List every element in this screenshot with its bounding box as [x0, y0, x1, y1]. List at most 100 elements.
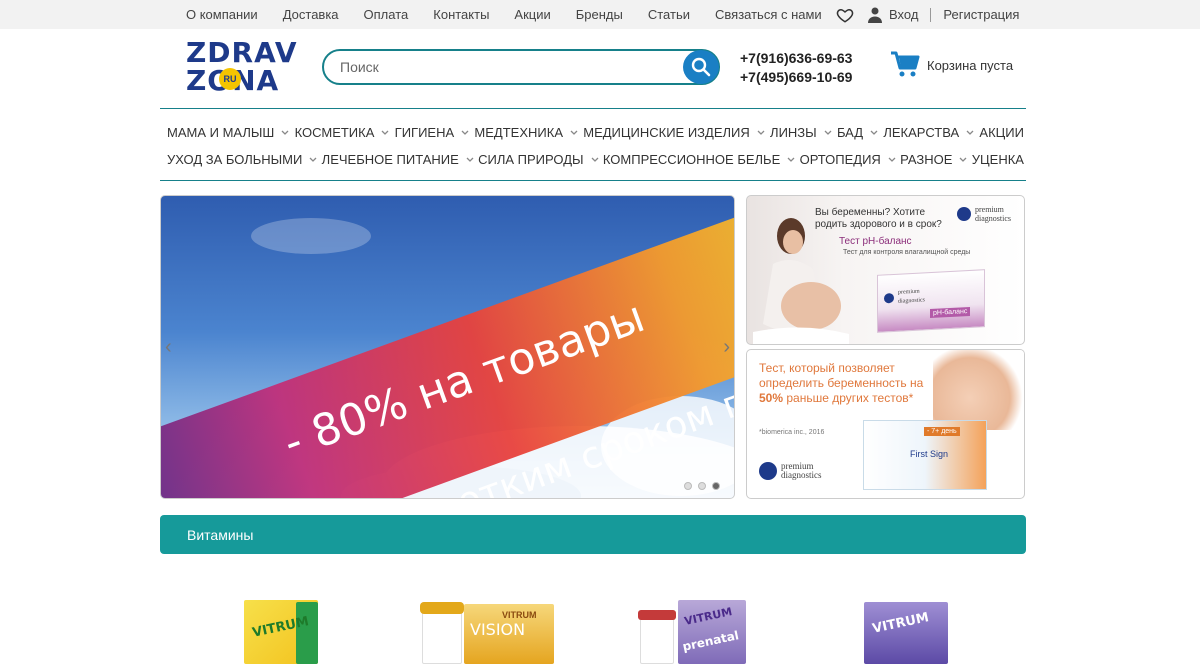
site-logo[interactable]: ZDRAV ZONA RU: [186, 39, 298, 97]
chevron-down-icon: [570, 130, 578, 135]
category-markdown[interactable]: УЦЕНКА: [972, 152, 1024, 167]
product-card[interactable]: VITRUM VISION: [420, 580, 558, 664]
category-medical-products[interactable]: МЕДИЦИНСКИЕ ИЗДЕЛИЯ: [583, 125, 765, 140]
phone-2[interactable]: +7(495)669-10-69: [740, 68, 852, 87]
category-promotions[interactable]: АКЦИИ: [979, 125, 1024, 140]
slider-dot-2[interactable]: [698, 482, 706, 490]
slider-dot-3[interactable]: [712, 482, 720, 490]
phone-1[interactable]: +7(916)636-69-63: [740, 49, 852, 68]
product-card[interactable]: VITRUM: [862, 580, 952, 664]
brand-logo-icon: [759, 462, 777, 480]
box1-label: pH-баланс: [930, 306, 971, 319]
belly-image: [933, 350, 1024, 430]
top-link-articles[interactable]: Статьи: [648, 7, 690, 22]
box2-tag: - 7+ день: [924, 427, 960, 436]
cart[interactable]: Корзина пуста: [890, 51, 1013, 79]
box2-label: First Sign: [910, 449, 949, 459]
brand-logo-icon: [957, 207, 971, 221]
phone-numbers: +7(916)636-69-63 +7(495)669-10-69: [740, 49, 852, 87]
heart-icon[interactable]: [836, 6, 854, 24]
header: ZDRAV ZONA RU +7(916)636-69-63 +7(495)66…: [0, 29, 1200, 109]
chevron-down-icon: [870, 130, 878, 135]
logo-line1: ZDRAV: [186, 36, 298, 69]
ad1-product-box: premium diagnostics pH-баланс: [877, 269, 985, 333]
search-bar: [322, 49, 720, 85]
chevron-down-icon: [461, 130, 469, 135]
category-cosmetics[interactable]: КОСМЕТИКА: [295, 125, 390, 140]
category-patient-care[interactable]: УХОД ЗА БОЛЬНЫМИ: [167, 152, 317, 167]
category-medtech[interactable]: МЕДТЕХНИКА: [474, 125, 578, 140]
chevron-down-icon: [787, 157, 795, 162]
chevron-down-icon: [591, 157, 599, 162]
top-link-delivery[interactable]: Доставка: [283, 7, 339, 22]
register-link[interactable]: Регистрация: [943, 7, 1019, 22]
account-area: Вход Регистрация: [836, 0, 1019, 29]
category-row-2: УХОД ЗА БОЛЬНЫМИ ЛЕЧЕБНОЕ ПИТАНИЕ СИЛА П…: [160, 146, 1026, 172]
chevron-down-icon: [381, 130, 389, 135]
product-jar-cap: [420, 602, 464, 614]
product-sub: VISION: [470, 620, 526, 639]
box1-brand-line2: diagnostics: [898, 297, 925, 305]
pregnant-woman-image: [753, 218, 849, 344]
ad1-subtitle: Тест для контроля влагалищной среды: [843, 249, 971, 256]
category-orthopedics[interactable]: ОРТОПЕДИЯ: [800, 152, 896, 167]
category-lenses[interactable]: ЛИНЗЫ: [770, 125, 832, 140]
ad-ph-balance[interactable]: Вы беременны? Хотите родить здорового и …: [746, 195, 1025, 345]
top-link-brands[interactable]: Бренды: [576, 7, 623, 22]
user-icon: [868, 7, 882, 23]
chevron-down-icon: [888, 157, 896, 162]
product-brand: VITRUM: [502, 610, 537, 620]
chevron-down-icon: [757, 130, 765, 135]
chevron-down-icon: [281, 130, 289, 135]
promo-slider[interactable]: - 80% на товары с коротким сроком годнос…: [160, 195, 735, 499]
category-supplements[interactable]: БАД: [837, 125, 878, 140]
category-medicines[interactable]: ЛЕКАРСТВА: [883, 125, 974, 140]
box1-brand: premium diagnostics: [884, 287, 925, 307]
ad1-title: Тест pH-баланс: [839, 236, 912, 247]
ad-first-sign[interactable]: Тест, который позволяет определить берем…: [746, 349, 1025, 499]
section-header-vitamins[interactable]: Витамины: [160, 515, 1026, 554]
slider-prev-arrow[interactable]: ‹: [165, 336, 172, 359]
top-link-payment[interactable]: Оплата: [364, 7, 409, 22]
top-link-about[interactable]: О компании: [186, 7, 258, 22]
product-card[interactable]: VITRUM: [238, 580, 328, 664]
divider: [930, 7, 932, 22]
search-input[interactable]: [340, 59, 670, 75]
ad1-brand-line1: premium: [975, 205, 1004, 214]
top-link-contact-us[interactable]: Связаться с нами: [715, 7, 822, 22]
category-compression-wear[interactable]: КОМПРЕССИОННОЕ БЕЛЬЕ: [603, 152, 795, 167]
chevron-down-icon: [824, 130, 832, 135]
brand-logo-icon: [884, 292, 894, 304]
slider-next-arrow[interactable]: ›: [723, 336, 730, 359]
ad2-brand-line2: diagnostics: [781, 470, 822, 480]
category-misc[interactable]: РАЗНОЕ: [900, 152, 967, 167]
top-link-contacts[interactable]: Контакты: [433, 7, 489, 22]
search-icon: [691, 57, 711, 77]
category-hygiene[interactable]: ГИГИЕНА: [395, 125, 470, 140]
cart-icon: [891, 51, 920, 77]
category-medical-nutrition[interactable]: ЛЕЧЕБНОЕ ПИТАНИЕ: [322, 152, 474, 167]
top-link-promotions[interactable]: Акции: [514, 7, 550, 22]
slider-dots: [678, 482, 720, 490]
logo-badge: RU: [219, 68, 241, 90]
chevron-down-icon: [309, 157, 317, 162]
chevron-down-icon: [966, 130, 974, 135]
category-row-1: МАМА И МАЛЫШ КОСМЕТИКА ГИГИЕНА МЕДТЕХНИК…: [160, 119, 1026, 145]
product-card[interactable]: VITRUM prenatal: [638, 580, 750, 664]
product-jar-cap: [638, 610, 676, 620]
category-nav: МАМА И МАЛЫШ КОСМЕТИКА ГИГИЕНА МЕДТЕХНИК…: [160, 108, 1026, 181]
category-nature-power[interactable]: СИЛА ПРИРОДЫ: [478, 152, 599, 167]
product-box-side: [296, 602, 318, 664]
ad2-text: Тест, который позволяет определить берем…: [759, 361, 924, 405]
search-button[interactable]: [683, 50, 719, 84]
ad2-brand: premium diagnostics: [759, 462, 822, 480]
ad2-source: *biomerica inc., 2016: [759, 429, 825, 436]
ad1-brand: premium diagnostics: [957, 205, 1011, 223]
category-mom-baby[interactable]: МАМА И МАЛЫШ: [167, 125, 289, 140]
box1-brand-line1: premium: [898, 288, 920, 296]
ad1-brand-line2: diagnostics: [975, 214, 1011, 223]
login-link[interactable]: Вход: [889, 7, 918, 22]
ad1-question: Вы беременны? Хотите родить здорового и …: [815, 207, 942, 230]
top-nav: О компании Доставка Оплата Контакты Акци…: [186, 0, 847, 29]
slider-dot-1[interactable]: [684, 482, 692, 490]
